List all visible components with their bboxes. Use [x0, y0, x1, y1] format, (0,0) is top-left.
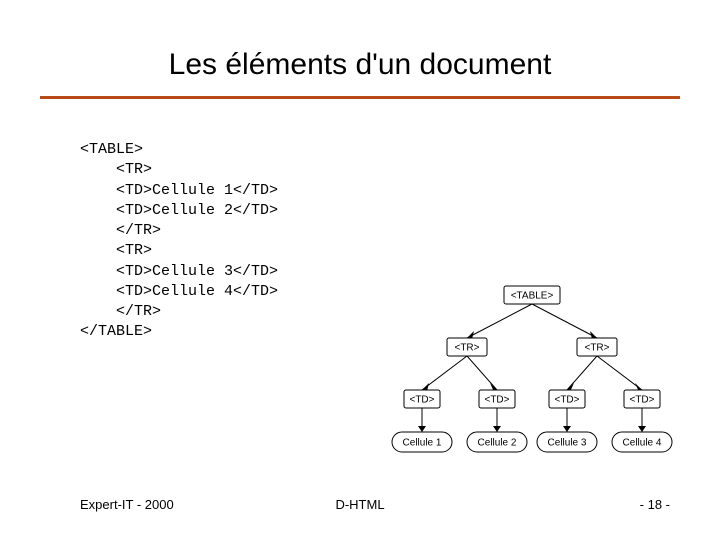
code-line: </TR>	[80, 303, 161, 320]
footer-center: D-HTML	[0, 497, 720, 512]
footer-right: - 18 -	[640, 497, 670, 512]
code-line: <TD>Cellule 2</TD>	[80, 202, 278, 219]
title-rule	[40, 96, 680, 99]
tree-node-table: <TABLE>	[511, 291, 554, 302]
tree-node-td: <TD>	[484, 395, 509, 406]
tree-node-tr: <TR>	[584, 343, 609, 354]
code-line: <TR>	[80, 242, 152, 259]
tree-leaf: Cellule 2	[478, 438, 517, 449]
code-line: <TD>Cellule 3</TD>	[80, 263, 278, 280]
tree-node-td: <TD>	[554, 395, 579, 406]
tree-diagram: <TABLE> <TR> <TR> <TD> <TD> <TD> <TD> Ce…	[382, 282, 682, 462]
code-line: <TABLE>	[80, 141, 143, 158]
tree-leaf: Cellule 1	[403, 438, 442, 449]
tree-node-tr: <TR>	[454, 343, 479, 354]
tree-node-td: <TD>	[629, 395, 654, 406]
code-line: <TD>Cellule 1</TD>	[80, 182, 278, 199]
code-line: <TD>Cellule 4</TD>	[80, 283, 278, 300]
code-block: <TABLE> <TR> <TD>Cellule 1</TD> <TD>Cell…	[80, 140, 278, 343]
tree-leaf: Cellule 3	[548, 438, 587, 449]
code-line: </TR>	[80, 222, 161, 239]
code-line: <TR>	[80, 161, 152, 178]
tree-node-td: <TD>	[409, 395, 434, 406]
slide-title: Les éléments d'un document	[0, 48, 720, 82]
code-line: </TABLE>	[80, 323, 152, 340]
slide: Les éléments d'un document <TABLE> <TR> …	[0, 0, 720, 540]
tree-leaf: Cellule 4	[623, 438, 662, 449]
